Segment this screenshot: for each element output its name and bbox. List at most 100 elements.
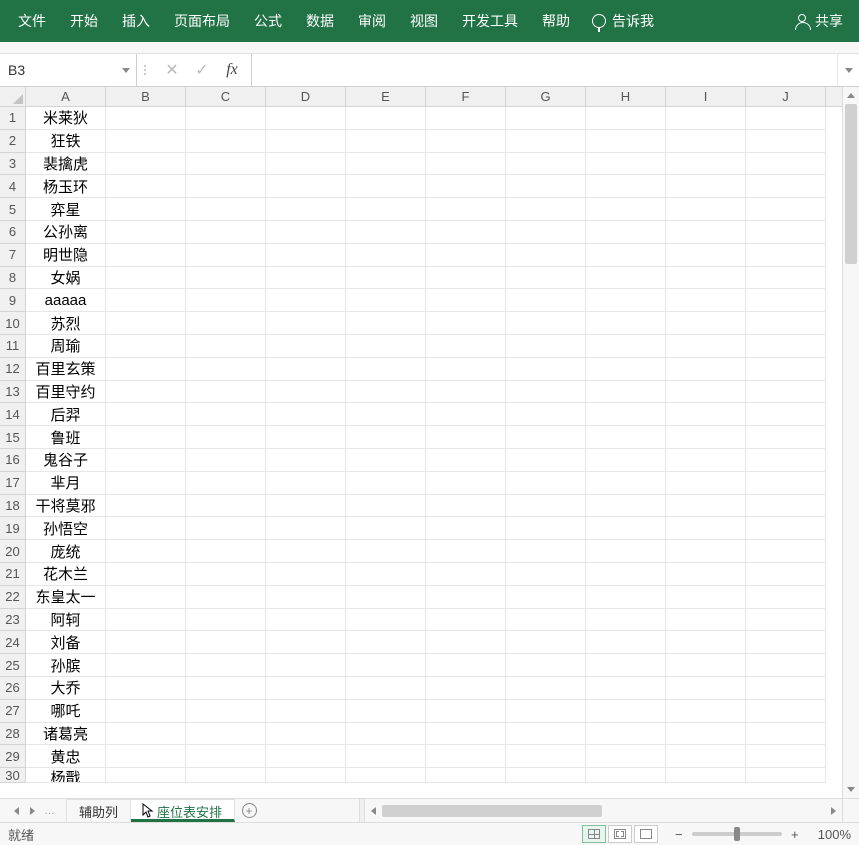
cell[interactable] <box>426 107 506 130</box>
cell[interactable] <box>186 768 266 783</box>
cell[interactable]: 干将莫邪 <box>26 495 106 518</box>
cell[interactable] <box>426 175 506 198</box>
row-header[interactable]: 18 <box>0 495 26 518</box>
cell[interactable] <box>746 700 826 723</box>
cell[interactable] <box>426 130 506 153</box>
cell[interactable] <box>426 381 506 404</box>
cell[interactable] <box>266 723 346 746</box>
cell[interactable] <box>186 312 266 335</box>
ribbon-tab-file[interactable]: 文件 <box>6 1 58 41</box>
scroll-up-button[interactable] <box>843 87 859 104</box>
cell[interactable] <box>586 130 666 153</box>
ribbon-tab-layout[interactable]: 页面布局 <box>162 1 242 41</box>
cell[interactable] <box>586 472 666 495</box>
cell[interactable] <box>506 198 586 221</box>
cell[interactable]: 百里守约 <box>26 381 106 404</box>
cell[interactable] <box>586 768 666 783</box>
ribbon-tab-data[interactable]: 数据 <box>294 1 346 41</box>
cell[interactable] <box>586 153 666 176</box>
ribbon-tab-insert[interactable]: 插入 <box>110 1 162 41</box>
cell[interactable] <box>666 745 746 768</box>
cell[interactable] <box>346 312 426 335</box>
ribbon-tab-home[interactable]: 开始 <box>58 1 110 41</box>
cell[interactable] <box>666 700 746 723</box>
cell[interactable] <box>346 449 426 472</box>
cell[interactable]: 公孙离 <box>26 221 106 244</box>
row-header[interactable]: 26 <box>0 677 26 700</box>
cell[interactable] <box>266 426 346 449</box>
cell[interactable] <box>666 540 746 563</box>
col-header-h[interactable]: H <box>586 87 666 106</box>
sheet-nav-prev[interactable] <box>10 807 22 815</box>
cell[interactable] <box>266 198 346 221</box>
row-header[interactable]: 2 <box>0 130 26 153</box>
cell[interactable] <box>186 449 266 472</box>
cell[interactable] <box>346 631 426 654</box>
cell[interactable] <box>426 403 506 426</box>
cell[interactable] <box>346 267 426 290</box>
row-header[interactable]: 27 <box>0 700 26 723</box>
cell[interactable] <box>266 312 346 335</box>
cell[interactable] <box>666 631 746 654</box>
cell[interactable] <box>586 631 666 654</box>
cell[interactable] <box>426 289 506 312</box>
cell[interactable] <box>346 745 426 768</box>
cell[interactable] <box>666 609 746 632</box>
cell[interactable]: 鬼谷子 <box>26 449 106 472</box>
cell[interactable] <box>346 107 426 130</box>
cell[interactable] <box>506 631 586 654</box>
row-header[interactable]: 13 <box>0 381 26 404</box>
cell[interactable]: 杨戬 <box>26 768 106 783</box>
cell[interactable] <box>106 654 186 677</box>
cell[interactable] <box>506 267 586 290</box>
name-box[interactable] <box>0 54 116 86</box>
cell[interactable] <box>506 586 586 609</box>
zoom-percent[interactable]: 100% <box>818 827 851 842</box>
cell[interactable] <box>106 267 186 290</box>
cell[interactable] <box>186 403 266 426</box>
cell[interactable] <box>666 244 746 267</box>
cell[interactable] <box>266 175 346 198</box>
row-header[interactable]: 15 <box>0 426 26 449</box>
cell[interactable] <box>666 677 746 700</box>
cell[interactable] <box>746 449 826 472</box>
cell[interactable] <box>506 540 586 563</box>
hscroll-thumb[interactable] <box>382 805 602 817</box>
cell[interactable] <box>586 403 666 426</box>
cell[interactable] <box>426 723 506 746</box>
cell[interactable]: 鲁班 <box>26 426 106 449</box>
cell[interactable] <box>186 745 266 768</box>
cell[interactable] <box>426 267 506 290</box>
cell[interactable] <box>186 153 266 176</box>
cell[interactable] <box>186 175 266 198</box>
cell[interactable] <box>266 335 346 358</box>
cell[interactable] <box>346 768 426 783</box>
cell[interactable] <box>666 107 746 130</box>
cell[interactable] <box>106 335 186 358</box>
cell[interactable] <box>506 517 586 540</box>
cell[interactable] <box>186 517 266 540</box>
cell[interactable] <box>106 563 186 586</box>
cell[interactable]: 庞统 <box>26 540 106 563</box>
cell[interactable] <box>186 609 266 632</box>
cell[interactable] <box>506 654 586 677</box>
formula-input[interactable] <box>252 54 837 86</box>
cell[interactable] <box>426 517 506 540</box>
cell[interactable] <box>506 768 586 783</box>
sheet-nav-next[interactable] <box>26 807 38 815</box>
cell[interactable] <box>666 130 746 153</box>
cell[interactable] <box>666 586 746 609</box>
cell[interactable] <box>266 517 346 540</box>
cell[interactable] <box>586 677 666 700</box>
row-header[interactable]: 19 <box>0 517 26 540</box>
col-header-b[interactable]: B <box>106 87 186 106</box>
cell[interactable] <box>746 153 826 176</box>
cell[interactable] <box>106 449 186 472</box>
row-header[interactable]: 4 <box>0 175 26 198</box>
cell[interactable] <box>186 700 266 723</box>
cell[interactable] <box>186 631 266 654</box>
cell[interactable] <box>666 495 746 518</box>
hscroll-track[interactable] <box>382 805 825 817</box>
col-header-e[interactable]: E <box>346 87 426 106</box>
cell[interactable] <box>586 312 666 335</box>
